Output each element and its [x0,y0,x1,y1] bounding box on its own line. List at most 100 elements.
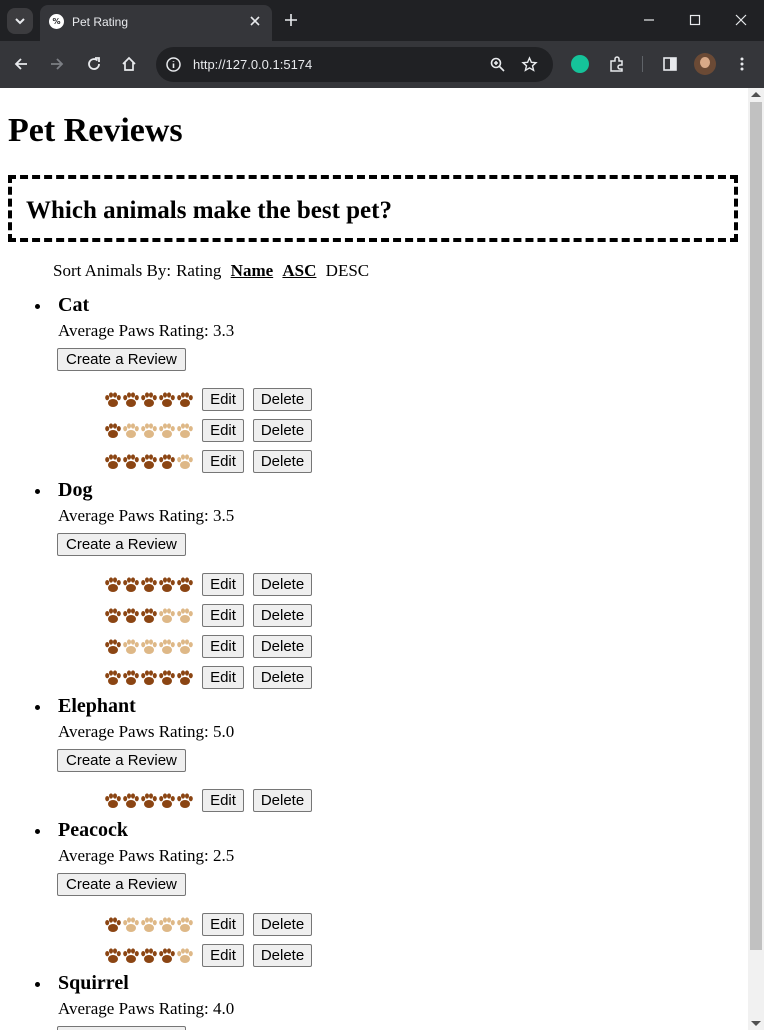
average-value: 3.3 [213,321,235,340]
average-rating: Average Paws Rating: 2.5 [58,846,234,866]
delete-review-button[interactable]: Delete [253,944,312,967]
sort-bar: Sort Animals By: Rating Name ASC DESC [53,261,374,281]
review-row: Edit Delete [104,913,324,936]
browser-tab[interactable]: % Pet Rating [40,5,272,41]
delete-review-button[interactable]: Delete [253,388,312,411]
review-row: Edit Delete [104,944,324,967]
zoom-icon[interactable] [489,56,506,73]
chevron-down-icon [15,18,25,25]
address-bar[interactable]: http://127.0.0.1:5174 [156,47,553,82]
sort-label: Sort Animals By: [53,261,172,280]
edit-review-button[interactable]: Edit [202,789,244,812]
average-label: Average Paws Rating: [58,999,209,1018]
average-rating: Average Paws Rating: 3.3 [58,321,234,341]
review-row: Edit Delete [104,573,324,596]
animal-name: Dog [58,479,93,501]
site-info-icon[interactable] [165,56,182,73]
average-label: Average Paws Rating: [58,321,209,340]
sort-option-asc[interactable]: ASC [282,261,316,280]
list-bullet [35,829,40,834]
paw-rating-icon [105,917,193,932]
edit-review-button[interactable]: Edit [202,450,244,473]
edit-review-button[interactable]: Edit [202,944,244,967]
review-row: Edit Delete [104,604,324,627]
maximize-icon[interactable] [686,11,704,29]
paw-rating-icon [105,670,193,685]
profile-avatar[interactable] [694,53,716,75]
create-review-button[interactable]: Create a Review [57,873,186,896]
edit-review-button[interactable]: Edit [202,913,244,936]
edit-review-button[interactable]: Edit [202,604,244,627]
tab-search-button[interactable] [7,8,33,34]
close-tab-icon[interactable] [246,12,264,30]
animal-name: Cat [58,294,90,316]
question-box: Which animals make the best pet? [8,175,738,242]
delete-review-button[interactable]: Delete [253,913,312,936]
extensions-icon[interactable] [608,55,626,73]
tab-strip: % Pet Rating [0,0,764,41]
sort-option-rating[interactable]: Rating [176,261,221,280]
scrollbar[interactable] [748,88,764,1030]
edit-review-button[interactable]: Edit [202,635,244,658]
list-bullet [35,489,40,494]
scroll-up-arrow-icon[interactable] [751,92,761,97]
scroll-down-arrow-icon[interactable] [751,1021,761,1026]
back-arrow-icon[interactable] [12,55,30,73]
animal-name: Peacock [58,819,128,841]
edit-review-button[interactable]: Edit [202,419,244,442]
average-rating: Average Paws Rating: 3.5 [58,506,234,526]
tab-title: Pet Rating [72,15,129,29]
average-rating: Average Paws Rating: 4.0 [58,999,234,1019]
delete-review-button[interactable]: Delete [253,789,312,812]
review-row: Edit Delete [104,388,324,411]
review-row: Edit Delete [104,635,324,658]
home-icon[interactable] [120,55,138,73]
paw-rating-icon [105,454,193,469]
average-label: Average Paws Rating: [58,846,209,865]
average-rating: Average Paws Rating: 5.0 [58,722,234,742]
delete-review-button[interactable]: Delete [253,573,312,596]
create-review-button[interactable]: Create a Review [57,1026,186,1030]
average-value: 4.0 [213,999,235,1018]
delete-review-button[interactable]: Delete [253,450,312,473]
edit-review-button[interactable]: Edit [202,388,244,411]
question-heading: Which animals make the best pet? [26,197,392,224]
create-review-button[interactable]: Create a Review [57,533,186,556]
page-viewport: Pet Reviews Which animals make the best … [0,88,764,1030]
more-menu-icon[interactable] [733,55,751,73]
close-window-icon[interactable] [732,11,750,29]
page-title: Pet Reviews [8,112,183,149]
delete-review-button[interactable]: Delete [253,635,312,658]
side-panel-icon[interactable] [661,55,679,73]
bookmark-star-icon[interactable] [521,56,538,73]
average-label: Average Paws Rating: [58,506,209,525]
average-value: 2.5 [213,846,235,865]
delete-review-button[interactable]: Delete [253,666,312,689]
forward-arrow-icon[interactable] [48,55,66,73]
paw-rating-icon [105,608,193,623]
new-tab-icon[interactable] [282,11,300,29]
scroll-thumb[interactable] [750,102,762,950]
grammarly-extension-icon[interactable] [571,55,589,73]
minimize-icon[interactable] [640,11,658,29]
toolbar-divider [642,56,643,72]
url-text: http://127.0.0.1:5174 [193,57,313,72]
delete-review-button[interactable]: Delete [253,419,312,442]
sort-option-name[interactable]: Name [231,261,273,280]
sort-option-desc[interactable]: DESC [326,261,369,280]
paw-rating-icon [105,948,193,963]
reload-icon[interactable] [85,55,103,73]
animal-name: Squirrel [58,972,129,994]
list-bullet [35,304,40,309]
paw-rating-icon [105,577,193,592]
create-review-button[interactable]: Create a Review [57,348,186,371]
list-bullet [35,982,40,987]
delete-review-button[interactable]: Delete [253,604,312,627]
create-review-button[interactable]: Create a Review [57,749,186,772]
edit-review-button[interactable]: Edit [202,666,244,689]
review-row: Edit Delete [104,450,324,473]
animal-name: Elephant [58,695,136,717]
edit-review-button[interactable]: Edit [202,573,244,596]
list-bullet [35,705,40,710]
average-value: 5.0 [213,722,235,741]
